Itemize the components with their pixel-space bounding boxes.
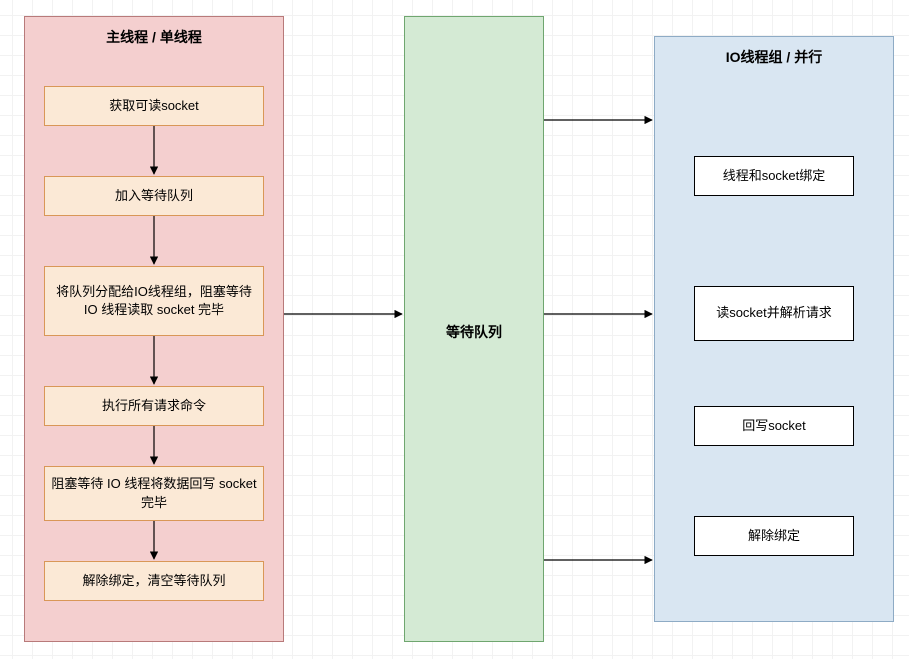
main-step-5: 阻塞等待 IO 线程将数据回写 socket 完毕	[44, 466, 264, 521]
io-step-3: 回写socket	[694, 406, 854, 446]
main-step-4: 执行所有请求命令	[44, 386, 264, 426]
io-step-2: 读socket并解析请求	[694, 286, 854, 341]
main-step-2: 加入等待队列	[44, 176, 264, 216]
panel-wait-queue: 等待队列	[404, 16, 544, 642]
wait-queue-label: 等待队列	[405, 322, 543, 342]
panel-title-main: 主线程 / 单线程	[25, 27, 283, 47]
main-step-6: 解除绑定，清空等待队列	[44, 561, 264, 601]
main-step-1: 获取可读socket	[44, 86, 264, 126]
diagram-canvas: 主线程 / 单线程 等待队列 IO线程组 / 并行 获取可读socket 加入等…	[0, 0, 909, 659]
io-step-4: 解除绑定	[694, 516, 854, 556]
io-step-1: 线程和socket绑定	[694, 156, 854, 196]
main-step-3: 将队列分配给IO线程组，阻塞等待 IO 线程读取 socket 完毕	[44, 266, 264, 336]
panel-title-io: IO线程组 / 并行	[655, 47, 893, 67]
